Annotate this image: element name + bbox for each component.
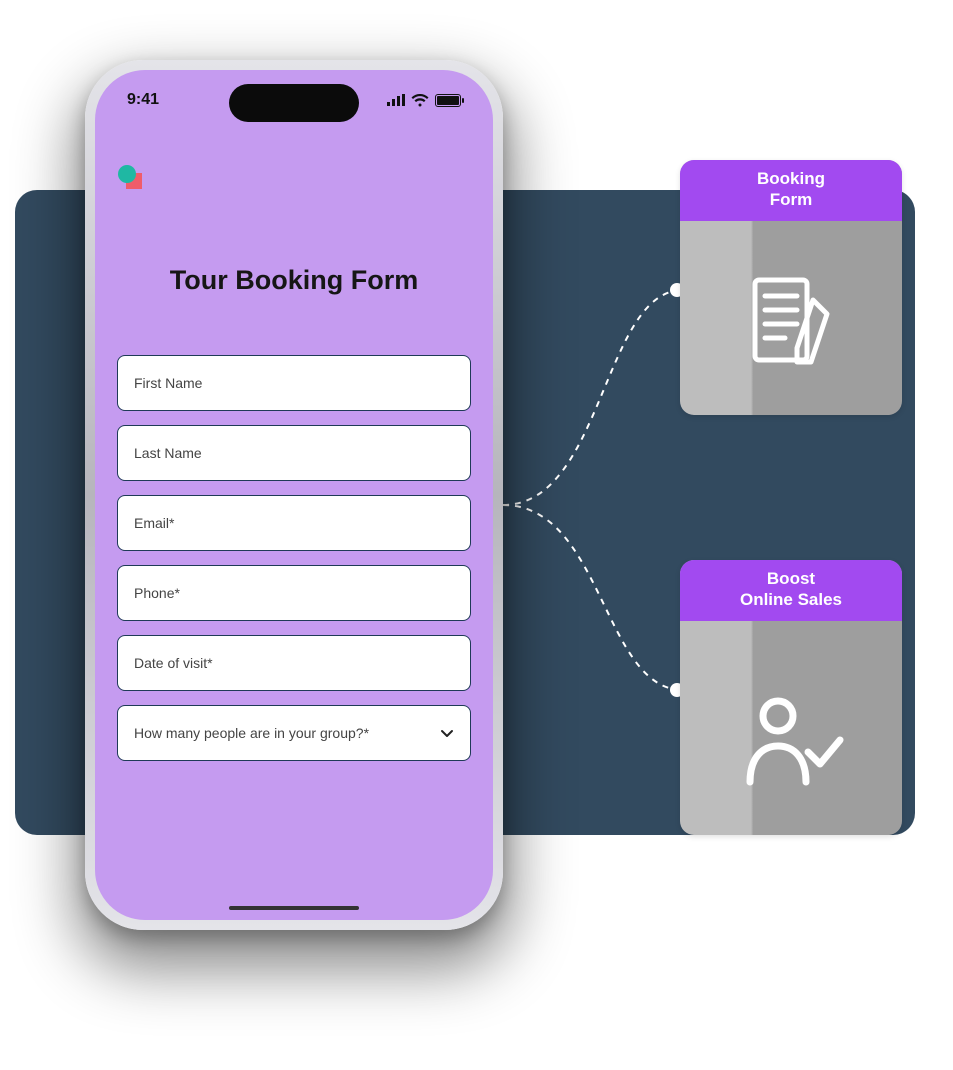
last-name-field[interactable]: Last Name	[117, 425, 471, 481]
card-booking-form[interactable]: Booking Form	[680, 160, 902, 415]
battery-icon	[435, 94, 461, 107]
card-title: Boost Online Sales	[680, 560, 902, 621]
group-size-select[interactable]: How many people are in your group?*	[117, 705, 471, 761]
phone-field[interactable]: Phone*	[117, 565, 471, 621]
field-placeholder: Phone*	[134, 585, 180, 601]
cellular-icon	[387, 94, 405, 106]
field-placeholder: Last Name	[134, 445, 202, 461]
app-logo-icon	[117, 164, 145, 192]
field-placeholder: Date of visit*	[134, 655, 213, 671]
first-name-field[interactable]: First Name	[117, 355, 471, 411]
card-title: Booking Form	[680, 160, 902, 221]
user-check-icon	[736, 690, 846, 790]
status-bar: 9:41	[95, 70, 493, 130]
phone-screen: 9:41 Tour Booking Form First Name Last N…	[95, 70, 493, 920]
card-boost-sales[interactable]: Boost Online Sales	[680, 560, 902, 835]
status-time: 9:41	[127, 91, 159, 109]
form-title: Tour Booking Form	[95, 265, 493, 296]
field-placeholder: How many people are in your group?*	[134, 725, 369, 741]
form-fields: First Name Last Name Email* Phone* Date …	[117, 355, 471, 761]
phone-mockup: 9:41 Tour Booking Form First Name Last N…	[85, 60, 503, 930]
chevron-down-icon	[440, 726, 454, 740]
field-placeholder: First Name	[134, 375, 202, 391]
date-of-visit-field[interactable]: Date of visit*	[117, 635, 471, 691]
form-pencil-icon	[741, 270, 841, 370]
wifi-icon	[411, 94, 429, 107]
email-field[interactable]: Email*	[117, 495, 471, 551]
field-placeholder: Email*	[134, 515, 174, 531]
home-indicator	[229, 906, 359, 910]
